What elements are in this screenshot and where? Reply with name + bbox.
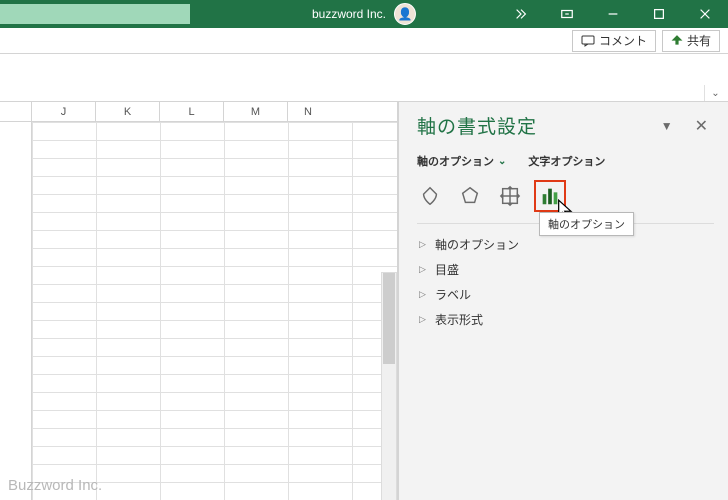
chevron-down-icon: ⌄: [498, 156, 506, 167]
quick-access-area: [0, 4, 190, 24]
pane-sections: ▷ 軸のオプション ▷ 目盛 ▷ ラベル ▷ 表示形式: [417, 232, 714, 332]
pane-options-icon[interactable]: ▼: [657, 115, 677, 137]
ribbon-mode-icon[interactable]: [544, 0, 590, 28]
effects-icon[interactable]: [457, 183, 483, 209]
tab-axis-options[interactable]: 軸のオプション ⌄: [417, 153, 506, 169]
pane-close-icon[interactable]: ✕: [689, 114, 714, 138]
scrollbar-thumb[interactable]: [383, 273, 395, 364]
spreadsheet-grid: J K L M N Buzzword Inc.: [0, 102, 398, 500]
close-button[interactable]: [682, 0, 728, 28]
section-label: 目盛: [435, 261, 459, 278]
size-properties-icon[interactable]: [497, 183, 523, 209]
expand-icon: ▷: [419, 314, 429, 325]
formula-bar: ⌄: [0, 54, 728, 102]
column-headers: J K L M N: [0, 102, 397, 122]
maximize-button[interactable]: [636, 0, 682, 28]
tab-text-options[interactable]: 文字オプション: [528, 153, 605, 169]
ribbon-display-options-icon[interactable]: [498, 0, 544, 28]
section-label: ラベル: [435, 286, 471, 303]
cells-area[interactable]: [32, 122, 397, 500]
tab-label: 軸のオプション: [417, 153, 494, 169]
row-headers: [0, 122, 32, 500]
column-header[interactable]: K: [96, 102, 160, 121]
expand-icon: ▷: [419, 239, 429, 250]
format-axis-pane: 軸の書式設定 ▼ ✕ 軸のオプション ⌄ 文字オプション: [398, 102, 728, 500]
expand-icon: ▷: [419, 264, 429, 275]
title-bar: buzzword Inc. 👤: [0, 0, 728, 28]
window-controls: [498, 0, 728, 28]
user-avatar[interactable]: 👤: [394, 3, 416, 25]
document-title: buzzword Inc.: [312, 7, 386, 21]
comment-label: コメント: [599, 32, 647, 49]
fill-and-line-icon[interactable]: [417, 183, 443, 209]
pane-title: 軸の書式設定: [417, 112, 537, 139]
expand-icon: ▷: [419, 289, 429, 300]
section-label: 表示形式: [435, 311, 483, 328]
gridlines: [32, 122, 397, 500]
axis-options-icon[interactable]: [537, 183, 563, 209]
tooltip: 軸のオプション: [539, 212, 634, 236]
column-header[interactable]: M: [224, 102, 288, 121]
pane-category-icons: [417, 183, 714, 209]
formula-bar-expand-icon[interactable]: ⌄: [704, 85, 726, 101]
main-area: J K L M N Buzzword Inc. 軸の書式設定 ▼ ✕ 軸のオプシ…: [0, 102, 728, 500]
tab-label: 文字オプション: [528, 153, 605, 169]
share-button[interactable]: 共有: [662, 30, 720, 52]
pane-subtabs: 軸のオプション ⌄ 文字オプション: [417, 153, 714, 169]
minimize-button[interactable]: [590, 0, 636, 28]
title-center: buzzword Inc. 👤: [312, 3, 416, 25]
section-number[interactable]: ▷ 表示形式: [417, 307, 714, 332]
column-header[interactable]: L: [160, 102, 224, 121]
grid-body[interactable]: [0, 122, 397, 500]
tooltip-text: 軸のオプション: [548, 219, 625, 231]
column-header[interactable]: N: [288, 102, 328, 121]
section-label: 軸のオプション: [435, 236, 519, 253]
section-tick-marks[interactable]: ▷ 目盛: [417, 257, 714, 282]
ribbon-row: コメント 共有: [0, 28, 728, 54]
select-all-corner[interactable]: [0, 102, 32, 121]
column-header[interactable]: J: [32, 102, 96, 121]
vertical-scrollbar[interactable]: [381, 272, 397, 500]
comment-button[interactable]: コメント: [572, 30, 656, 52]
share-label: 共有: [687, 32, 711, 49]
section-labels[interactable]: ▷ ラベル: [417, 282, 714, 307]
watermark: Buzzword Inc.: [8, 477, 102, 494]
